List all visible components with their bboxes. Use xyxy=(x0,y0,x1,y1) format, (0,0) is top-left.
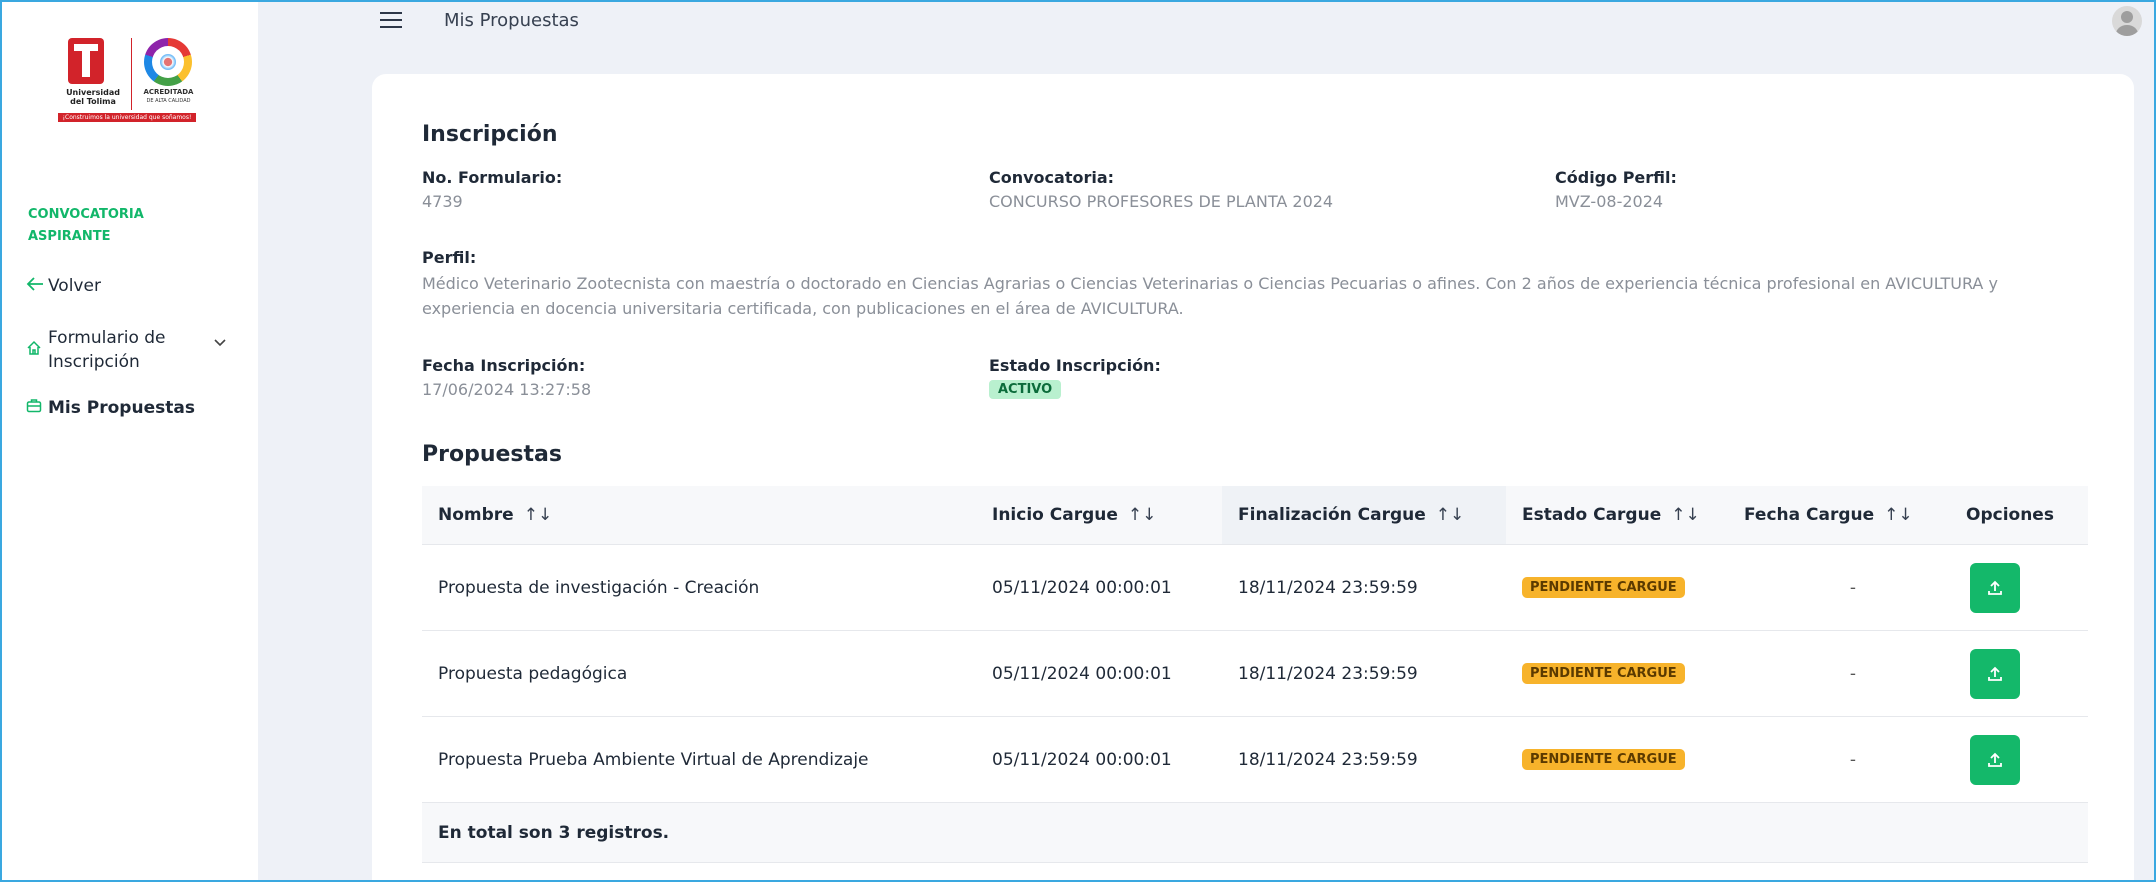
table-total-count: En total son 3 registros. xyxy=(438,822,670,843)
no-formulario-value: 4739 xyxy=(422,192,463,211)
content-card: Inscripción No. Formulario: 4739 Convoca… xyxy=(372,74,2134,882)
sidebar-item-label: Mis Propuestas xyxy=(48,397,195,418)
status-badge: PENDIENTE CARGUE xyxy=(1522,663,1685,684)
row-inicio: 05/11/2024 00:00:01 xyxy=(992,577,1172,598)
top-bar: Mis Propuestas xyxy=(258,0,2156,42)
hamburger-menu-icon[interactable] xyxy=(380,12,402,28)
fecha-inscripcion-value: 17/06/2024 13:27:58 xyxy=(422,380,592,399)
sidebar: Universidad del Tolima ACREDITADA DE ALT… xyxy=(0,0,258,882)
row-nombre: Propuesta de investigación - Creación xyxy=(438,577,760,598)
sort-icon[interactable]: ↑↓ xyxy=(1128,505,1157,525)
row-opciones xyxy=(1962,545,2088,630)
estado-inscripcion-label: Estado Inscripción: xyxy=(989,356,1161,375)
page-title: Mis Propuestas xyxy=(444,10,579,31)
perfil-value: Médico Veterinario Zootecnista con maest… xyxy=(422,274,1998,318)
accreditation-subtitle: DE ALTA CALIDAD xyxy=(146,98,191,104)
table-row: Propuesta pedagógica 05/11/2024 00:00:01… xyxy=(422,631,2088,717)
sidebar-item-mis-propuestas[interactable]: Mis Propuestas xyxy=(26,397,195,418)
upload-button[interactable] xyxy=(1970,562,2020,613)
sort-icon[interactable]: ↑↓ xyxy=(524,505,553,525)
accreditation-text: ACREDITADA DE ALTA CALIDAD xyxy=(136,88,200,105)
convocatoria-value: CONCURSO PROFESORES DE PLANTA 2024 xyxy=(989,192,1334,211)
column-header-fecha[interactable]: Fecha Cargue ↑↓ xyxy=(1742,486,1962,544)
column-header-finalizacion[interactable]: Finalización Cargue ↑↓ xyxy=(1222,486,1506,544)
column-header-opciones: Opciones xyxy=(1966,505,2054,525)
row-estado: PENDIENTE CARGUE xyxy=(1506,545,1742,630)
table-row: Propuesta de investigación - Creación 05… xyxy=(422,545,2088,631)
status-badge: PENDIENTE CARGUE xyxy=(1522,749,1685,770)
row-nombre: Propuesta Prueba Ambiente Virtual de Apr… xyxy=(438,749,869,770)
column-header-nombre[interactable]: Nombre ↑↓ xyxy=(438,486,978,544)
sidebar-item-label: Volver xyxy=(48,275,101,296)
row-fecha: - xyxy=(1849,663,1857,684)
arrow-left-icon xyxy=(26,275,48,296)
row-nombre: Propuesta pedagógica xyxy=(438,663,628,684)
row-opciones xyxy=(1962,631,2088,716)
column-header-estado[interactable]: Estado Cargue ↑↓ xyxy=(1506,486,1742,544)
upload-icon xyxy=(1988,580,2002,595)
main-area: Mis Propuestas Inscripción No. Formulari… xyxy=(258,0,2156,882)
university-logo[interactable]: Universidad del Tolima ACREDITADA DE ALT… xyxy=(58,36,196,126)
logo-divider xyxy=(131,38,133,110)
sort-icon[interactable]: ↑↓ xyxy=(1436,505,1465,525)
propuestas-table: Nombre ↑↓ Inicio Cargue ↑↓ Finalización Ca… xyxy=(422,486,2088,863)
sidebar-section-title: CONVOCATORIA ASPIRANTE xyxy=(28,207,144,244)
row-fin: 18/11/2024 23:59:59 xyxy=(1238,749,1418,770)
row-fin: 18/11/2024 23:59:59 xyxy=(1238,577,1418,598)
upload-icon xyxy=(1988,666,2002,681)
row-estado: PENDIENTE CARGUE xyxy=(1506,717,1742,802)
chevron-down-icon[interactable] xyxy=(214,336,226,351)
sort-icon[interactable]: ↑↓ xyxy=(1671,505,1700,525)
home-icon xyxy=(26,340,48,361)
accreditation-logo: ACREDITADA DE ALTA CALIDAD xyxy=(136,36,196,112)
inscripcion-heading: Inscripción xyxy=(422,122,558,147)
ut-logo: Universidad del Tolima xyxy=(58,36,127,124)
accreditation-title: ACREDITADA xyxy=(143,88,194,96)
fecha-inscripcion-label: Fecha Inscripción: xyxy=(422,356,586,375)
row-inicio: 05/11/2024 00:00:01 xyxy=(992,663,1172,684)
logo-university-name: Universidad del Tolima xyxy=(66,88,120,106)
codigo-perfil-value: MVZ-08-2024 xyxy=(1555,192,1664,211)
row-estado: PENDIENTE CARGUE xyxy=(1506,631,1742,716)
sidebar-item-formulario[interactable]: Formulario de Inscripción xyxy=(26,326,226,374)
sort-icon[interactable]: ↑↓ xyxy=(1884,505,1913,525)
codigo-perfil-label: Código Perfil: xyxy=(1555,168,1677,187)
convocatoria-label: Convocatoria: xyxy=(989,168,1115,187)
sidebar-item-label: Formulario de Inscripción xyxy=(48,328,166,372)
row-inicio: 05/11/2024 00:00:01 xyxy=(992,749,1172,770)
estado-inscripcion-badge: ACTIVO xyxy=(989,380,1062,399)
upload-button[interactable] xyxy=(1970,734,2020,785)
user-avatar-icon[interactable] xyxy=(2112,6,2142,36)
sidebar-item-volver[interactable]: Volver xyxy=(26,275,101,296)
row-fecha: - xyxy=(1849,749,1857,770)
table-footer-row: En total son 3 registros. xyxy=(422,803,2088,863)
upload-icon xyxy=(1988,752,2002,767)
propuestas-heading: Propuestas xyxy=(422,442,562,467)
table-row: Propuesta Prueba Ambiente Virtual de Apr… xyxy=(422,717,2088,803)
briefcase-icon xyxy=(26,397,48,418)
column-header-inicio[interactable]: Inicio Cargue ↑↓ xyxy=(992,486,1222,544)
table-header-row: Nombre ↑↓ Inicio Cargue ↑↓ Finalización Ca… xyxy=(422,486,2088,545)
upload-button[interactable] xyxy=(1970,648,2020,699)
logo-tagline: ¡Construimos la universidad que soñamos! xyxy=(58,113,196,122)
status-badge: PENDIENTE CARGUE xyxy=(1522,577,1685,598)
no-formulario-label: No. Formulario: xyxy=(422,168,563,187)
row-fin: 18/11/2024 23:59:59 xyxy=(1238,663,1418,684)
ut-mark-icon xyxy=(68,38,104,84)
row-opciones xyxy=(1962,717,2088,802)
row-fecha: - xyxy=(1849,577,1857,598)
perfil-label: Perfil: xyxy=(422,248,477,267)
